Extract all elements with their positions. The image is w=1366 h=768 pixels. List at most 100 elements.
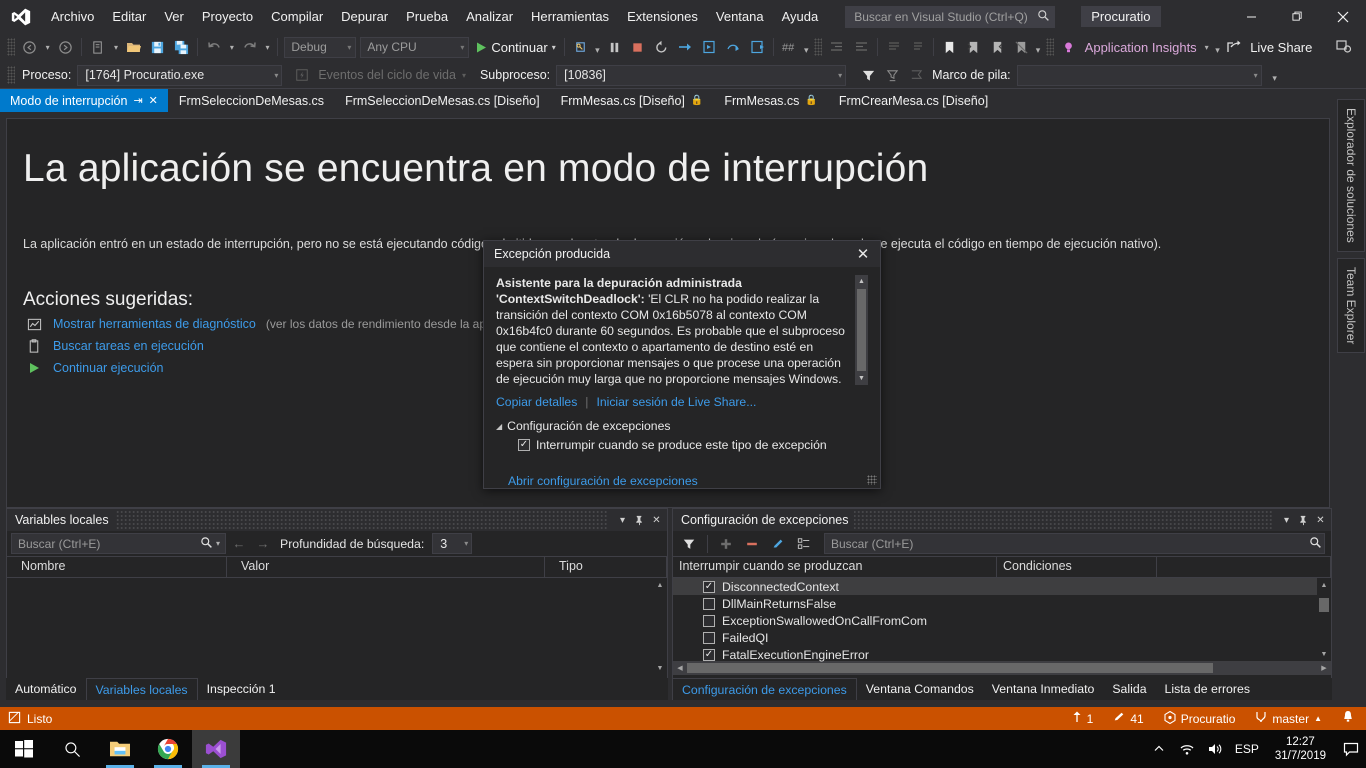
- exception-row-checkbox[interactable]: [703, 614, 715, 627]
- clear-filter-icon[interactable]: [880, 64, 904, 87]
- exception-settings-header[interactable]: ◢ Configuración de excepciones: [496, 409, 868, 433]
- live-share-label[interactable]: Live Share: [1246, 40, 1316, 55]
- pending-changes-item[interactable]: 41: [1105, 707, 1151, 730]
- sidebar-item-solution-explorer[interactable]: Explorador de soluciones: [1337, 99, 1365, 252]
- scroll-up-icon[interactable]: ▲: [653, 578, 667, 592]
- scrollbar-track[interactable]: [653, 592, 667, 661]
- suggested-action-link[interactable]: Continuar ejecución: [53, 361, 164, 375]
- close-icon[interactable]: ✕: [1312, 510, 1329, 530]
- restore-button[interactable]: [1274, 0, 1320, 33]
- lightbulb-icon[interactable]: [1057, 36, 1081, 59]
- column-header-extra[interactable]: [1157, 557, 1331, 577]
- panel-drag-area[interactable]: [854, 509, 1272, 531]
- menu-item-editar[interactable]: Editar: [103, 5, 155, 28]
- chevron-down-icon[interactable]: ▾: [614, 510, 631, 530]
- exception-row-checkbox[interactable]: ✓: [703, 580, 715, 593]
- sidebar-item-team-explorer[interactable]: Team Explorer: [1337, 257, 1365, 354]
- continue-button[interactable]: Continuar ▾: [471, 40, 559, 55]
- scrollbar-thumb[interactable]: [687, 663, 1213, 673]
- scrollbar-track[interactable]: [1317, 592, 1331, 647]
- navigate-back-icon[interactable]: [18, 36, 42, 59]
- pin-icon[interactable]: ⇥: [133, 94, 142, 107]
- quick-search-box[interactable]: Buscar en Visual Studio (Ctrl+Q): [845, 5, 1056, 28]
- close-button[interactable]: [1320, 0, 1366, 33]
- minimize-button[interactable]: [1228, 0, 1274, 33]
- redo-icon[interactable]: [238, 36, 262, 59]
- menu-item-compilar[interactable]: Compilar: [262, 5, 332, 28]
- solution-configuration-dropdown[interactable]: Debug ▾: [284, 36, 357, 58]
- thread-dropdown[interactable]: [10836] ▾: [556, 64, 847, 86]
- application-insights-label[interactable]: Application Insights: [1081, 40, 1201, 55]
- scroll-down-icon[interactable]: ▼: [855, 372, 868, 385]
- bookmark-overflow-icon[interactable]: ▾: [1033, 36, 1043, 59]
- scroll-down-icon[interactable]: ▼: [653, 661, 667, 675]
- exception-tab-2[interactable]: Ventana Inmediato: [983, 678, 1104, 700]
- exception-tab-1[interactable]: Ventana Comandos: [857, 678, 983, 700]
- menu-item-proyecto[interactable]: Proyecto: [193, 5, 262, 28]
- step-into-icon[interactable]: [697, 36, 721, 59]
- comment-icon[interactable]: [882, 36, 906, 59]
- attach-to-process-icon[interactable]: [569, 36, 593, 59]
- scrollbar-thumb[interactable]: [1319, 598, 1329, 612]
- restart-icon[interactable]: [650, 36, 674, 59]
- copy-details-link[interactable]: Copiar detalles: [496, 395, 577, 409]
- visual-studio-icon[interactable]: [192, 730, 240, 768]
- volume-icon[interactable]: [1201, 730, 1229, 768]
- pin-icon[interactable]: [1295, 510, 1312, 530]
- exception-row[interactable]: ✓ FatalExecutionEngineError: [673, 646, 1317, 663]
- close-icon[interactable]: ✕: [852, 244, 874, 264]
- expand-all-icon[interactable]: [792, 532, 816, 555]
- scroll-up-icon[interactable]: ▲: [855, 275, 868, 288]
- toolbar-grip[interactable]: [814, 38, 823, 56]
- toolbar-grip[interactable]: [7, 66, 15, 84]
- scroll-right-icon[interactable]: ▶: [1317, 664, 1331, 672]
- step-over-icon[interactable]: [721, 36, 745, 59]
- file-explorer-icon[interactable]: [96, 730, 144, 768]
- notifications-item[interactable]: [1334, 707, 1362, 730]
- expander-triangle-icon[interactable]: ◢: [496, 422, 502, 431]
- clock[interactable]: 12:27 31/7/2019: [1265, 735, 1336, 763]
- solution-platform-dropdown[interactable]: Any CPU ▾: [360, 36, 470, 58]
- search-depth-dropdown[interactable]: 3 ▾: [432, 533, 473, 554]
- column-header-conditions[interactable]: Condiciones: [997, 557, 1157, 577]
- step-out-icon[interactable]: [745, 36, 769, 59]
- search-icon[interactable]: [200, 536, 213, 552]
- suggested-action-link[interactable]: Mostrar herramientas de diagnóstico: [53, 317, 256, 331]
- exception-row[interactable]: DllMainReturnsFalse: [673, 595, 1317, 612]
- document-tab-5[interactable]: FrmCrearMesa.cs [Diseño]: [829, 89, 1000, 112]
- menu-item-ayuda[interactable]: Ayuda: [773, 5, 828, 28]
- scroll-up-icon[interactable]: ▲: [1317, 578, 1331, 592]
- attach-overflow-icon[interactable]: ▾: [592, 36, 602, 59]
- locals-tab-0[interactable]: Automático: [6, 678, 86, 700]
- locals-tab-2[interactable]: Inspección 1: [198, 678, 285, 700]
- column-header-break-when[interactable]: Interrumpir cuando se produzcan: [673, 557, 997, 577]
- redo-dropdown-icon[interactable]: ▾: [262, 36, 274, 59]
- toolbar-grip[interactable]: [1046, 38, 1054, 56]
- send-feedback-icon[interactable]: [1332, 36, 1356, 59]
- undo-icon[interactable]: [202, 36, 226, 59]
- locals-vertical-scrollbar[interactable]: ▲ ▼: [653, 578, 667, 675]
- previous-bookmark-icon[interactable]: [962, 36, 986, 59]
- exception-row-checkbox[interactable]: [703, 631, 715, 644]
- repository-item[interactable]: Procuratio: [1156, 707, 1244, 730]
- clear-bookmarks-icon[interactable]: [1009, 36, 1033, 59]
- exception-tab-0[interactable]: Configuración de excepciones: [672, 678, 857, 700]
- stop-icon[interactable]: [626, 36, 650, 59]
- document-tab-1[interactable]: FrmSeleccionDeMesas.cs: [169, 89, 336, 112]
- next-bookmark-icon[interactable]: [986, 36, 1010, 59]
- scrollbar-thumb[interactable]: [857, 289, 866, 371]
- column-header-tipo[interactable]: Tipo: [545, 557, 667, 577]
- taskbar-search-icon[interactable]: [48, 730, 96, 768]
- menu-item-prueba[interactable]: Prueba: [397, 5, 457, 28]
- scroll-down-icon[interactable]: ▼: [1317, 647, 1331, 661]
- column-header-valor[interactable]: Valor: [227, 557, 545, 577]
- menu-item-extensiones[interactable]: Extensiones: [618, 5, 707, 28]
- exception-search-input[interactable]: Buscar (Ctrl+E): [824, 533, 1325, 554]
- menu-item-ver[interactable]: Ver: [155, 5, 193, 28]
- menu-item-analizar[interactable]: Analizar: [457, 5, 522, 28]
- arrow-left-icon[interactable]: ←: [228, 536, 250, 551]
- chevron-down-icon[interactable]: ▾: [1278, 510, 1295, 530]
- menu-item-depurar[interactable]: Depurar: [332, 5, 397, 28]
- language-indicator[interactable]: ESP: [1229, 742, 1265, 756]
- edit-icon[interactable]: [766, 532, 790, 555]
